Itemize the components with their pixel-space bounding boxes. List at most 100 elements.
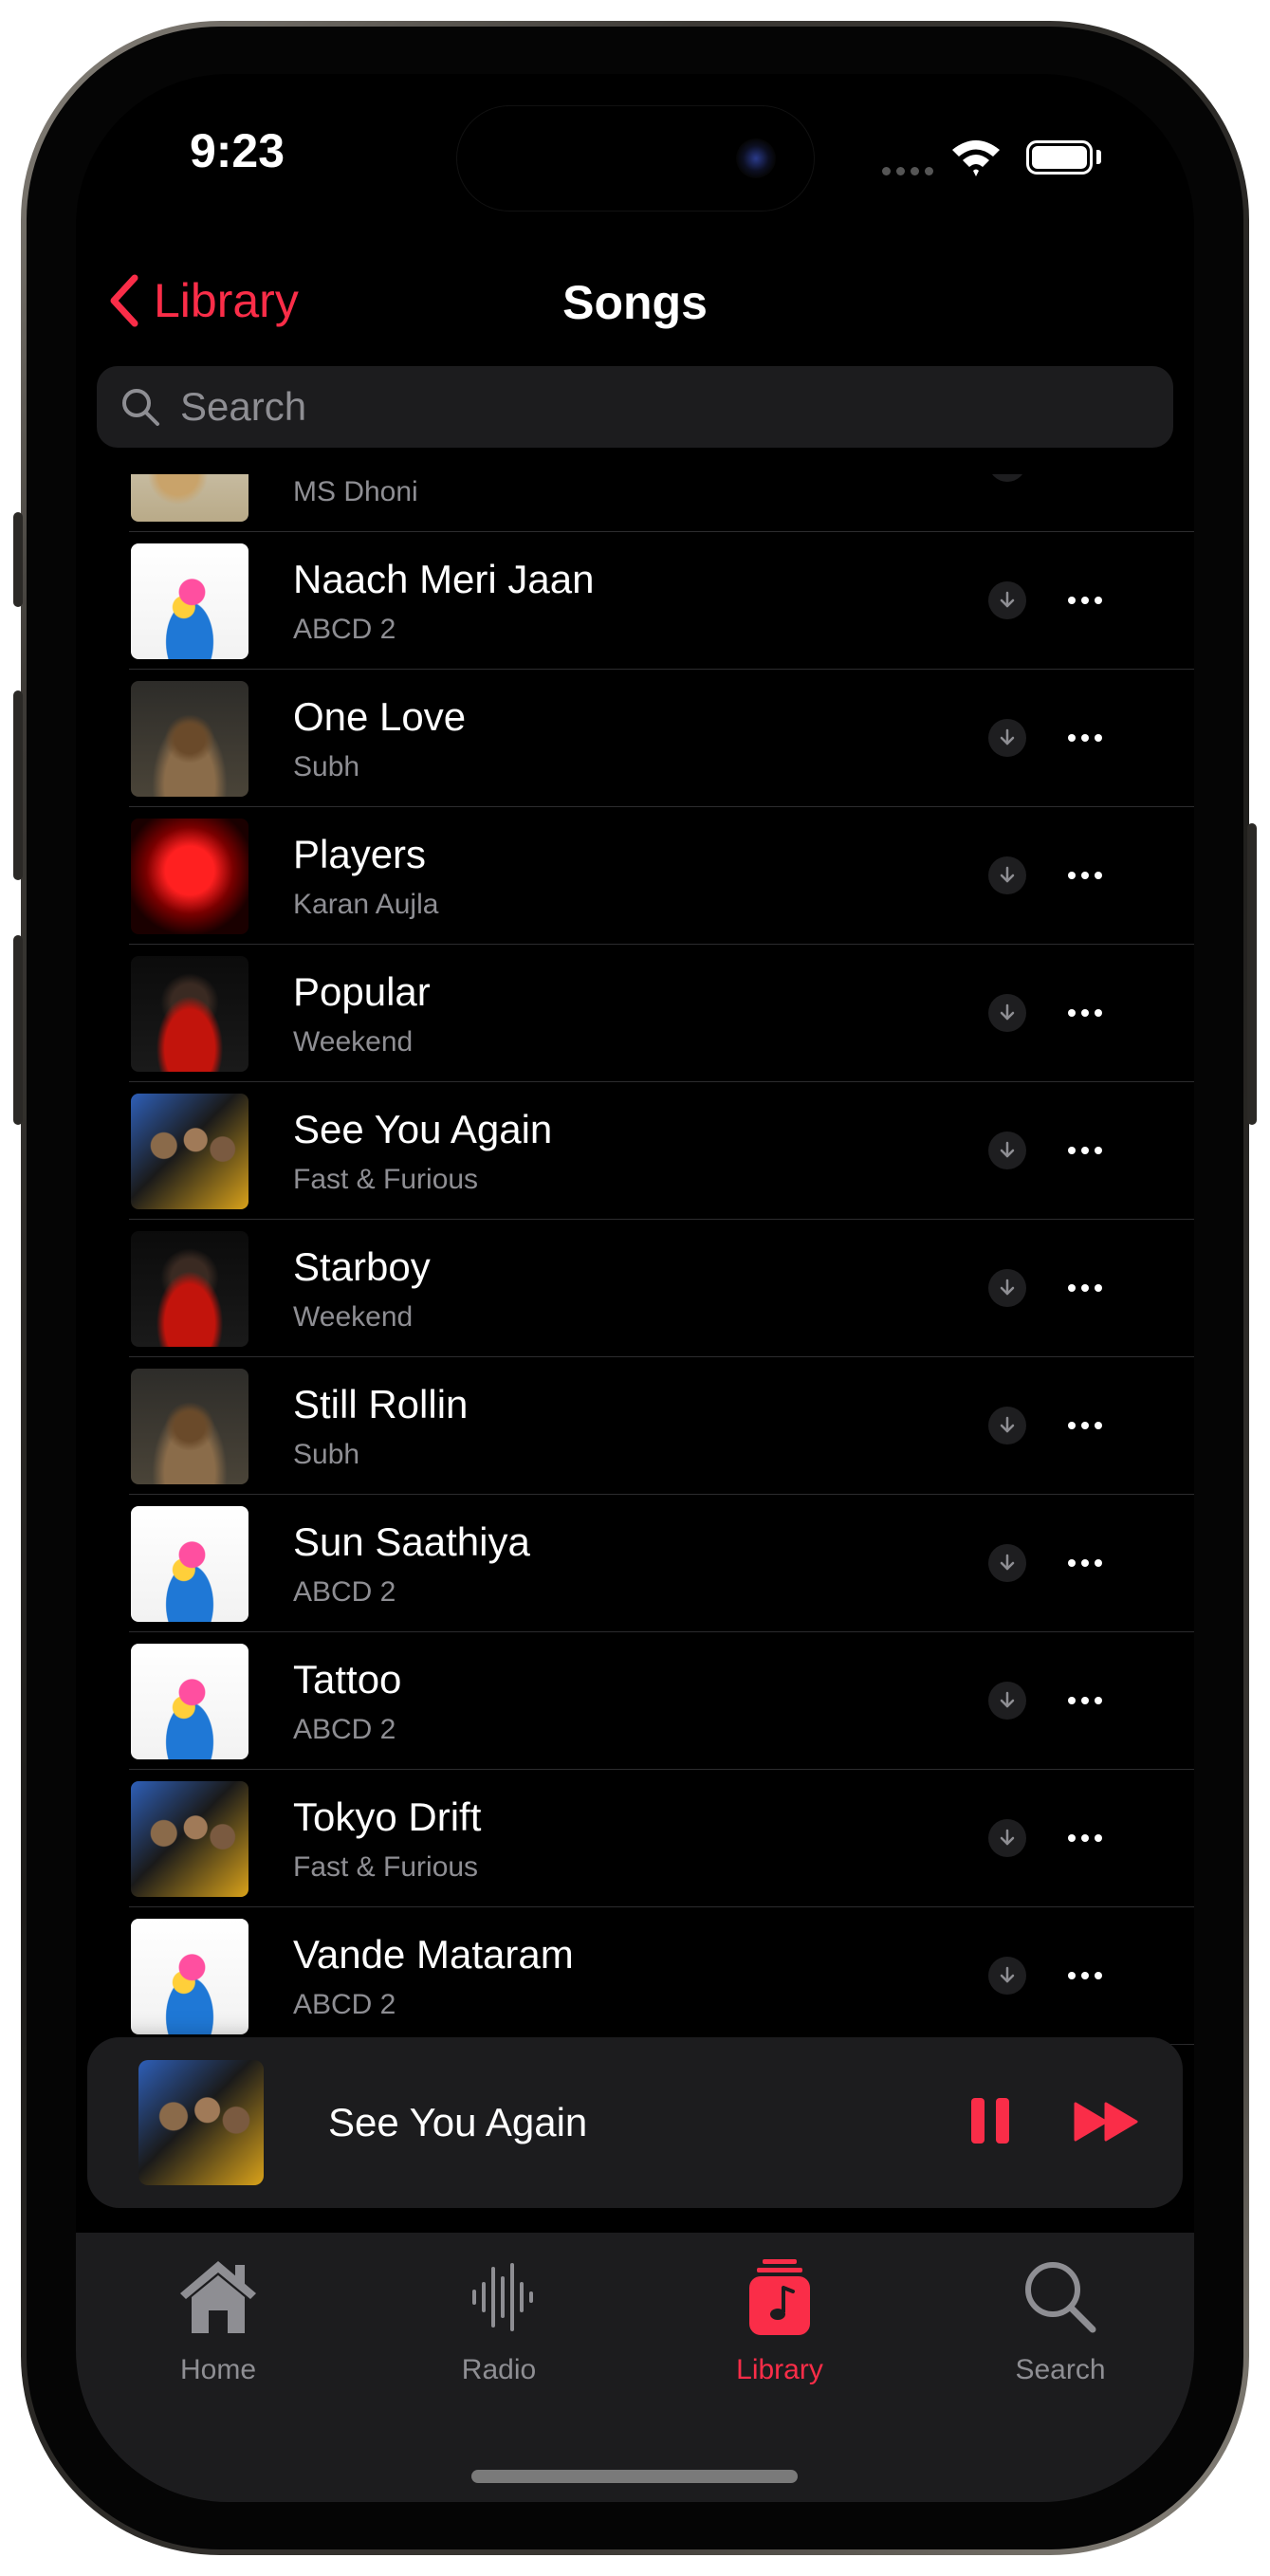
tab-label-home: Home <box>179 2354 257 2385</box>
more-options-button[interactable] <box>1057 1957 1114 1995</box>
download-button[interactable] <box>988 994 1026 1032</box>
song-list[interactable]: MS Dhoni Naach Meri Jaan ABCD 2 One Love Sub… <box>76 474 1194 2049</box>
status-time: 9:23 <box>189 124 285 177</box>
album-artwork <box>131 1644 248 1759</box>
download-button[interactable] <box>988 474 1026 482</box>
screen: 9:23 Library Songs MS Dhoni Naach Meri Ja… <box>76 74 1194 2502</box>
song-artist: Fast & Furious <box>293 1851 479 1883</box>
song-row[interactable]: Still Rollin Subh <box>76 1357 1194 1495</box>
song-title: One Love <box>293 694 467 739</box>
search-icon <box>1025 2262 1096 2333</box>
song-artist: MS Dhoni <box>293 476 418 507</box>
tab-library[interactable]: Library <box>656 2252 903 2422</box>
download-button[interactable] <box>988 719 1026 757</box>
song-row[interactable]: Players Karan Aujla <box>76 807 1194 945</box>
song-title: Tattoo <box>293 1657 402 1702</box>
volume-down-button <box>13 935 23 1125</box>
tab-label-search: Search <box>1015 2354 1106 2385</box>
search-input[interactable] <box>178 383 1036 431</box>
song-row[interactable]: MS Dhoni <box>76 474 1194 532</box>
tab-bar: Home Radio Library Search <box>76 2233 1194 2502</box>
song-artist: Weekend <box>293 1026 414 1058</box>
album-artwork <box>131 1781 248 1897</box>
song-artist: Subh <box>293 1439 360 1470</box>
download-button[interactable] <box>988 1132 1026 1169</box>
download-icon <box>1000 728 1015 745</box>
song-row[interactable]: Popular Weekend <box>76 945 1194 1082</box>
song-artist: ABCD 2 <box>293 1714 396 1745</box>
song-artist: Weekend <box>293 1301 414 1333</box>
mini-player[interactable]: See You Again <box>87 2037 1183 2208</box>
album-artwork <box>131 681 248 797</box>
album-artwork <box>131 1506 248 1622</box>
front-camera <box>736 138 776 178</box>
more-options-button[interactable] <box>1057 1269 1114 1307</box>
library-icon <box>749 2259 810 2335</box>
album-artwork <box>131 1369 248 1484</box>
download-icon <box>1000 1829 1015 1846</box>
download-button[interactable] <box>988 856 1026 894</box>
album-artwork <box>131 1094 248 1209</box>
fast-forward-icon[interactable] <box>1074 2100 1140 2144</box>
song-artist: ABCD 2 <box>293 1576 396 1608</box>
tab-radio[interactable]: Radio <box>376 2252 622 2422</box>
song-row[interactable]: Tokyo Drift Fast & Furious <box>76 1770 1194 1907</box>
song-title: See You Again <box>293 1107 553 1151</box>
song-artist: ABCD 2 <box>293 614 396 645</box>
song-title: Naach Meri Jaan <box>293 557 595 601</box>
song-row[interactable]: See You Again Fast & Furious <box>76 1082 1194 1220</box>
song-row[interactable]: Tattoo ABCD 2 <box>76 1632 1194 1770</box>
download-icon <box>1000 1416 1015 1433</box>
tab-search[interactable]: Search <box>937 2252 1184 2422</box>
tab-label-radio: Radio <box>461 2354 537 2385</box>
song-row[interactable]: Sun Saathiya ABCD 2 <box>76 1495 1194 1632</box>
now-playing-artwork <box>138 2060 264 2185</box>
more-options-button[interactable] <box>1057 1132 1114 1169</box>
search-field[interactable] <box>97 366 1173 448</box>
volume-up-button <box>13 690 23 880</box>
download-button[interactable] <box>988 1269 1026 1307</box>
album-artwork <box>131 1231 248 1347</box>
download-button[interactable] <box>988 1819 1026 1857</box>
download-button[interactable] <box>988 581 1026 619</box>
battery-icon <box>1026 140 1093 175</box>
download-icon <box>1000 591 1015 608</box>
home-icon <box>180 2261 256 2333</box>
search-icon <box>122 389 159 426</box>
more-options-button[interactable] <box>1057 719 1114 757</box>
more-options-button[interactable] <box>1057 1544 1114 1582</box>
home-indicator <box>471 2470 798 2483</box>
tab-home[interactable]: Home <box>95 2252 341 2422</box>
more-options-button[interactable] <box>1057 1407 1114 1444</box>
song-row[interactable]: Starboy Weekend <box>76 1220 1194 1357</box>
song-title: Still Rollin <box>293 1382 469 1426</box>
song-artist: Subh <box>293 751 360 782</box>
radio-icon <box>472 2263 533 2331</box>
more-options-button[interactable] <box>1057 1682 1114 1720</box>
more-options-button[interactable] <box>1057 994 1114 1032</box>
song-row[interactable]: Vande Mataram ABCD 2 <box>76 1907 1194 2045</box>
download-button[interactable] <box>988 1544 1026 1582</box>
now-playing-title: See You Again <box>328 2100 588 2144</box>
download-icon <box>1000 1554 1015 1571</box>
tab-label-library: Library <box>736 2354 823 2385</box>
more-options-button[interactable] <box>1057 1819 1114 1857</box>
more-options-button[interactable] <box>1057 474 1114 482</box>
album-artwork <box>131 474 248 522</box>
battery-tip <box>1096 150 1101 164</box>
pause-button[interactable] <box>971 2098 1019 2147</box>
download-button[interactable] <box>988 1957 1026 1995</box>
song-title: Tokyo Drift <box>293 1794 482 1839</box>
album-artwork <box>131 956 248 1072</box>
download-button[interactable] <box>988 1407 1026 1444</box>
download-button[interactable] <box>988 1682 1026 1720</box>
more-options-button[interactable] <box>1057 581 1114 619</box>
song-title: Popular <box>293 969 431 1014</box>
song-title: Players <box>293 832 427 876</box>
song-artist: ABCD 2 <box>293 1989 396 2020</box>
page-title: Songs <box>562 276 708 329</box>
album-artwork <box>131 543 248 659</box>
song-row[interactable]: Naach Meri Jaan ABCD 2 <box>76 532 1194 670</box>
song-row[interactable]: One Love Subh <box>76 670 1194 807</box>
more-options-button[interactable] <box>1057 856 1114 894</box>
